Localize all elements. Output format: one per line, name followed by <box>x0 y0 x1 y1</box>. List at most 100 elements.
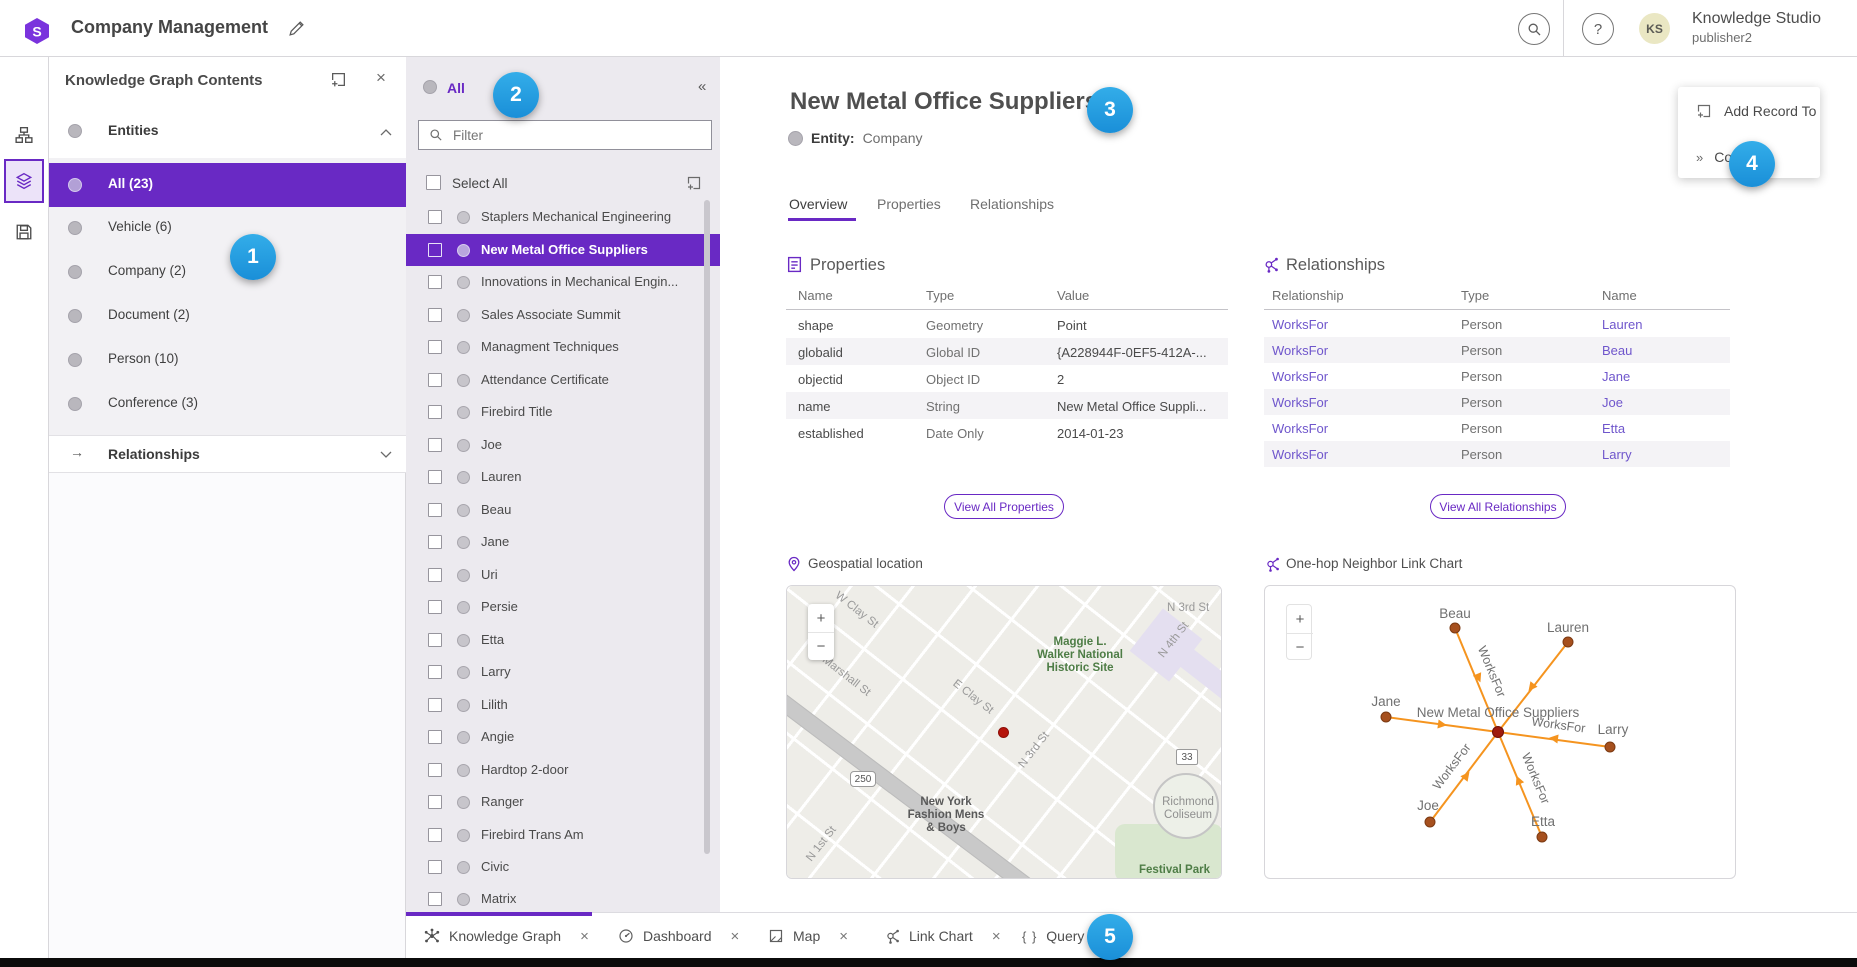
entity-type-document[interactable]: Document (2) <box>48 294 406 338</box>
entity-type-person[interactable]: Person (10) <box>48 338 406 382</box>
entity-link[interactable]: Etta <box>1602 421 1625 436</box>
node-jane[interactable] <box>1381 712 1391 722</box>
node-lauren[interactable] <box>1563 637 1573 647</box>
item-checkbox[interactable] <box>428 210 442 224</box>
relationship-link[interactable]: WorksFor <box>1272 343 1328 358</box>
table-row[interactable]: WorksForPersonLarry <box>1264 441 1730 467</box>
list-item[interactable]: Matrix <box>406 883 720 912</box>
table-row[interactable]: shapeGeometryPoint <box>786 311 1228 338</box>
zoom-out-button[interactable]: − <box>808 632 834 660</box>
item-checkbox[interactable] <box>428 535 442 549</box>
list-item[interactable]: Ranger <box>406 786 720 818</box>
view-all-properties-button[interactable]: View All Properties <box>944 494 1064 519</box>
chevron-down-icon[interactable] <box>380 451 392 458</box>
relationship-link[interactable]: WorksFor <box>1272 395 1328 410</box>
entity-link[interactable]: Lauren <box>1602 317 1642 332</box>
list-item[interactable]: Firebird Trans Am <box>406 819 720 851</box>
list-item[interactable]: Civic <box>406 851 720 883</box>
item-checkbox[interactable] <box>428 795 442 809</box>
entity-type-all[interactable]: All (23) <box>48 163 406 207</box>
list-item[interactable]: Angie <box>406 721 720 753</box>
entity-link[interactable]: Joe <box>1602 395 1623 410</box>
tab-link-chart[interactable]: Link Chart × <box>884 913 1001 959</box>
item-checkbox[interactable] <box>428 828 442 842</box>
list-item[interactable]: Persie <box>406 591 720 623</box>
tab-relationships[interactable]: Relationships <box>970 196 1054 212</box>
link-chart-canvas[interactable]: WorksFor WorksFor WorksFor WorksFor New … <box>1265 586 1736 878</box>
item-checkbox[interactable] <box>428 470 442 484</box>
item-checkbox[interactable] <box>428 568 442 582</box>
list-item[interactable]: Beau <box>406 494 720 526</box>
list-item[interactable]: Managment Techniques <box>406 331 720 363</box>
entity-link[interactable]: Beau <box>1602 343 1632 358</box>
list-item[interactable]: Jane <box>406 526 720 558</box>
list-item[interactable]: Sales Associate Summit <box>406 299 720 331</box>
item-checkbox[interactable] <box>428 438 442 452</box>
item-checkbox[interactable] <box>428 503 442 517</box>
tab-query[interactable]: { } Query <box>1022 913 1084 959</box>
table-row[interactable]: WorksForPersonBeau <box>1264 337 1730 363</box>
list-item[interactable]: Etta <box>406 624 720 656</box>
zoom-in-button[interactable]: + <box>1287 605 1313 633</box>
close-tab-icon[interactable]: × <box>839 928 848 945</box>
table-row[interactable]: establishedDate Only2014-01-23 <box>786 419 1228 446</box>
help-icon[interactable]: ? <box>1582 13 1614 45</box>
entities-group-row[interactable]: Entities <box>48 105 406 159</box>
item-checkbox[interactable] <box>428 600 442 614</box>
table-row[interactable]: globalidGlobal ID{A228944F-0EF5-412A-... <box>786 338 1228 365</box>
node-joe[interactable] <box>1425 817 1435 827</box>
list-item[interactable]: Hardtop 2-door <box>406 754 720 786</box>
list-item[interactable]: Lauren <box>406 461 720 493</box>
add-record-icon[interactable] <box>686 175 702 191</box>
node-larry[interactable] <box>1605 742 1615 752</box>
zoom-in-button[interactable]: + <box>808 604 834 632</box>
table-row[interactable]: nameStringNew Metal Office Suppli... <box>786 392 1228 419</box>
item-checkbox[interactable] <box>428 373 442 387</box>
relationship-link[interactable]: WorksFor <box>1272 421 1328 436</box>
close-tab-icon[interactable]: × <box>992 928 1001 945</box>
chevron-up-icon[interactable] <box>380 129 392 136</box>
list-item[interactable]: Larry <box>406 656 720 688</box>
item-checkbox[interactable] <box>428 665 442 679</box>
item-checkbox[interactable] <box>428 243 442 257</box>
select-all-checkbox[interactable] <box>426 175 441 190</box>
list-item[interactable]: Uri <box>406 559 720 591</box>
add-record-icon[interactable] <box>330 71 347 88</box>
search-icon[interactable] <box>1518 13 1550 45</box>
node-beau[interactable] <box>1450 623 1460 633</box>
table-row[interactable]: WorksForPersonJane <box>1264 363 1730 389</box>
list-item[interactable]: Attendance Certificate <box>406 364 720 396</box>
close-tab-icon[interactable]: × <box>580 928 589 945</box>
view-all-relationships-button[interactable]: View All Relationships <box>1430 494 1566 519</box>
table-row[interactable]: objectidObject ID2 <box>786 365 1228 392</box>
item-checkbox[interactable] <box>428 860 442 874</box>
tab-map[interactable]: Map × <box>768 913 848 959</box>
list-item[interactable]: Firebird Title <box>406 396 720 428</box>
data-model-icon[interactable] <box>12 123 36 147</box>
app-logo-icon[interactable]: S <box>23 17 51 45</box>
relationship-link[interactable]: WorksFor <box>1272 317 1328 332</box>
entity-type-vehicle[interactable]: Vehicle (6) <box>48 206 406 250</box>
item-checkbox[interactable] <box>428 633 442 647</box>
filter-input[interactable] <box>451 127 685 144</box>
entity-link[interactable]: Jane <box>1602 369 1630 384</box>
one-hop-link-chart[interactable]: WorksFor WorksFor WorksFor WorksFor New … <box>1264 585 1736 879</box>
relationship-link[interactable]: WorksFor <box>1272 369 1328 384</box>
menu-item-add-record-to[interactable]: Add Record To <box>1678 98 1820 124</box>
tab-knowledge-graph[interactable]: Knowledge Graph × <box>424 913 589 959</box>
tab-properties[interactable]: Properties <box>877 196 941 212</box>
table-row[interactable]: WorksForPersonEtta <box>1264 415 1730 441</box>
item-checkbox[interactable] <box>428 405 442 419</box>
tab-overview[interactable]: Overview <box>789 196 847 212</box>
item-checkbox[interactable] <box>428 698 442 712</box>
item-checkbox[interactable] <box>428 308 442 322</box>
relationships-group-row[interactable]: → Relationships <box>48 435 406 473</box>
table-row[interactable]: WorksForPersonJoe <box>1264 389 1730 415</box>
tab-dashboard[interactable]: Dashboard × <box>618 913 739 959</box>
item-checkbox[interactable] <box>428 340 442 354</box>
entity-type-company[interactable]: Company (2) <box>48 250 406 294</box>
item-checkbox[interactable] <box>428 763 442 777</box>
item-checkbox[interactable] <box>428 275 442 289</box>
list-scrollbar[interactable] <box>704 200 710 854</box>
list-item[interactable]: Joe <box>406 429 720 461</box>
